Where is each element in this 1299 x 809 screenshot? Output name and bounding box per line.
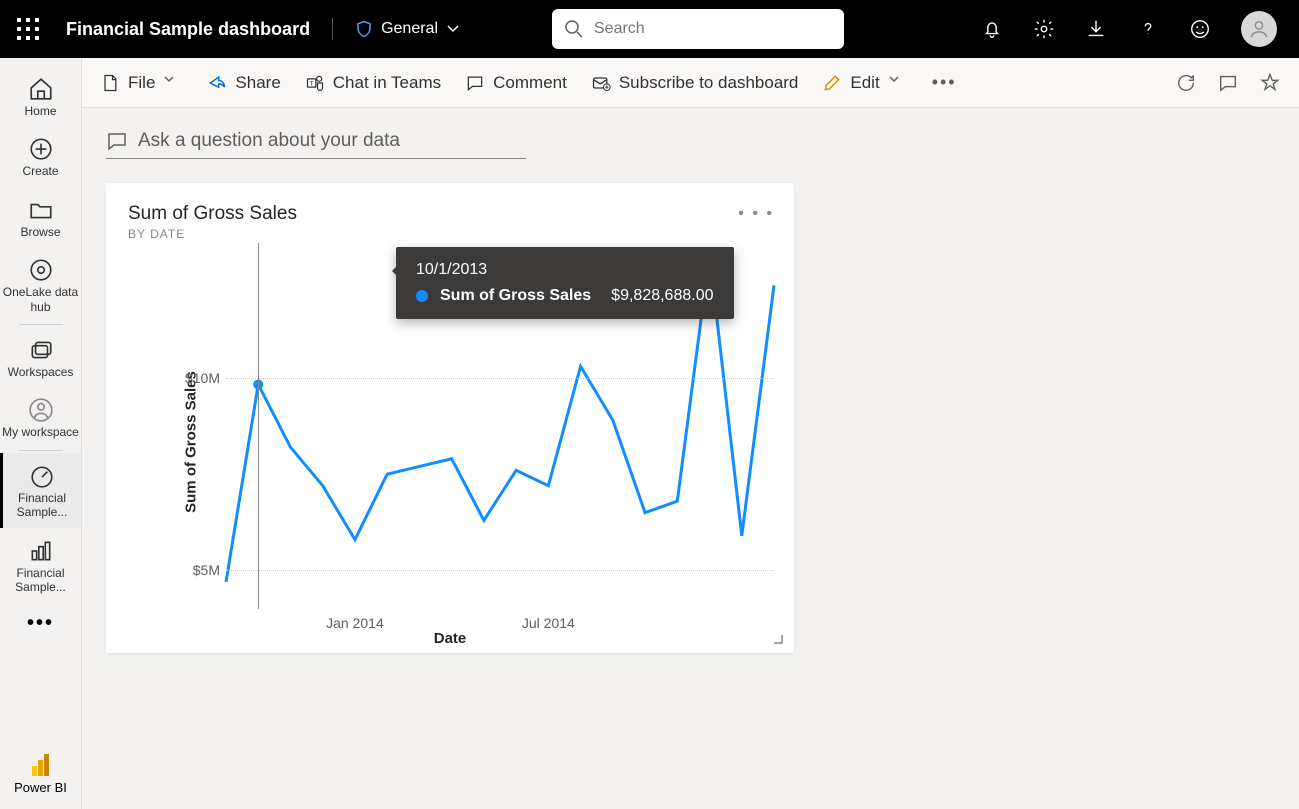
nav-label: Create <box>22 164 58 178</box>
x-tick-label: Jan 2014 <box>326 615 384 631</box>
brand-label: Power BI <box>14 780 67 795</box>
comment-icon <box>465 73 485 93</box>
nav-home[interactable]: Home <box>0 66 81 126</box>
nav-more[interactable]: ••• <box>27 602 54 645</box>
tile-subtitle: BY DATE <box>128 227 772 241</box>
onelake-icon <box>28 257 54 283</box>
chevron-down-icon <box>446 22 460 36</box>
bar-chart-icon <box>28 538 54 564</box>
separator <box>19 324 63 325</box>
tooltip-metric: Sum of Gross Sales <box>440 287 591 305</box>
download-icon[interactable] <box>1085 18 1107 40</box>
brand-switcher[interactable]: Power BI <box>14 752 67 809</box>
search-box[interactable] <box>552 9 844 49</box>
teams-icon: T <box>305 73 325 93</box>
x-tick-label: Jul 2014 <box>522 615 575 631</box>
comment-button[interactable]: Comment <box>465 73 567 93</box>
cmd-label: Comment <box>493 73 567 93</box>
nav-create[interactable]: Create <box>0 126 81 186</box>
crosshair-line <box>258 243 259 609</box>
cmd-label: Subscribe to dashboard <box>619 73 799 93</box>
nav-label: OneLake data hub <box>0 285 81 314</box>
dashboard-icon <box>29 463 55 489</box>
cmd-label: Edit <box>850 73 879 93</box>
share-icon <box>207 73 227 93</box>
qna-placeholder: Ask a question about your data <box>138 130 400 152</box>
command-bar: File Share T Chat in Teams Comment Subsc… <box>82 58 1299 108</box>
cmd-label: Chat in Teams <box>333 73 441 93</box>
app-launcher-icon[interactable] <box>14 15 42 43</box>
refresh-icon[interactable] <box>1175 72 1197 94</box>
file-icon <box>100 73 120 93</box>
tooltip-date: 10/1/2013 <box>416 261 714 279</box>
y-axis-title: Sum of Gross Sales <box>182 371 199 513</box>
workspaces-icon <box>28 337 54 363</box>
side-nav: Home Create Browse OneLake data hub Work… <box>0 58 82 809</box>
separator <box>19 450 63 451</box>
nav-label: Browse <box>20 225 60 239</box>
nav-label: My workspace <box>2 425 79 439</box>
y-tick-label: $10M <box>185 370 220 386</box>
header-actions <box>981 11 1277 47</box>
feedback-icon[interactable] <box>1189 18 1211 40</box>
sensitivity-label: General <box>381 20 438 38</box>
nav-label: Workspaces <box>8 365 74 379</box>
chevron-down-icon <box>888 73 908 93</box>
page-title: Financial Sample dashboard <box>66 19 310 40</box>
cmd-label: File <box>128 73 155 93</box>
cmd-label: Share <box>235 73 280 93</box>
chart-tooltip: 10/1/2013 Sum of Gross Sales $9,828,688.… <box>396 247 734 319</box>
home-icon <box>28 76 54 102</box>
favorite-icon[interactable] <box>1259 72 1281 94</box>
settings-icon[interactable] <box>1033 18 1055 40</box>
chat-teams-button[interactable]: T Chat in Teams <box>305 73 441 93</box>
main-content: File Share T Chat in Teams Comment Subsc… <box>82 58 1299 809</box>
nav-label: Home <box>24 104 56 118</box>
nav-financial-report[interactable]: Financial Sample... <box>0 528 81 603</box>
series-color-dot <box>416 290 428 302</box>
search-icon <box>564 19 584 39</box>
subscribe-icon <box>591 73 611 93</box>
shield-icon <box>355 19 373 39</box>
subscribe-button[interactable]: Subscribe to dashboard <box>591 73 799 93</box>
folder-icon <box>28 197 54 223</box>
file-menu[interactable]: File <box>100 73 183 93</box>
notifications-icon[interactable] <box>981 18 1003 40</box>
user-avatar[interactable] <box>1241 11 1277 47</box>
nav-label: Financial Sample... <box>3 491 81 520</box>
nav-onelake[interactable]: OneLake data hub <box>0 247 81 322</box>
x-axis-title: Date <box>434 630 467 647</box>
y-tick-label: $5M <box>193 562 220 578</box>
resize-handle-icon[interactable] <box>772 633 784 645</box>
svg-text:T: T <box>309 80 313 87</box>
nav-financial-dashboard[interactable]: Financial Sample... <box>0 453 81 528</box>
edit-menu[interactable]: Edit <box>822 73 907 93</box>
overflow-menu[interactable]: ••• <box>932 72 957 93</box>
tile-more-menu[interactable]: • • • <box>738 205 774 223</box>
help-icon[interactable] <box>1137 18 1159 40</box>
plus-circle-icon <box>28 136 54 162</box>
tile-title: Sum of Gross Sales <box>128 203 772 225</box>
tooltip-value: $9,828,688.00 <box>611 287 713 305</box>
chevron-down-icon <box>163 73 183 93</box>
nav-label: Financial Sample... <box>0 566 81 595</box>
chart-tile: Sum of Gross Sales BY DATE • • • Sum of … <box>106 183 794 653</box>
nav-my-workspace[interactable]: My workspace <box>0 387 81 447</box>
chat-bubble-icon <box>106 130 128 152</box>
qna-input[interactable]: Ask a question about your data <box>106 126 526 159</box>
share-button[interactable]: Share <box>207 73 280 93</box>
powerbi-icon <box>32 752 50 776</box>
sensitivity-dropdown[interactable]: General <box>355 19 460 39</box>
pencil-icon <box>822 73 842 93</box>
search-input[interactable] <box>594 20 832 38</box>
nav-workspaces[interactable]: Workspaces <box>0 327 81 387</box>
nav-browse[interactable]: Browse <box>0 187 81 247</box>
top-bar: Financial Sample dashboard General <box>0 0 1299 58</box>
person-circle-icon <box>28 397 54 423</box>
separator <box>332 18 333 40</box>
chat-icon[interactable] <box>1217 72 1239 94</box>
